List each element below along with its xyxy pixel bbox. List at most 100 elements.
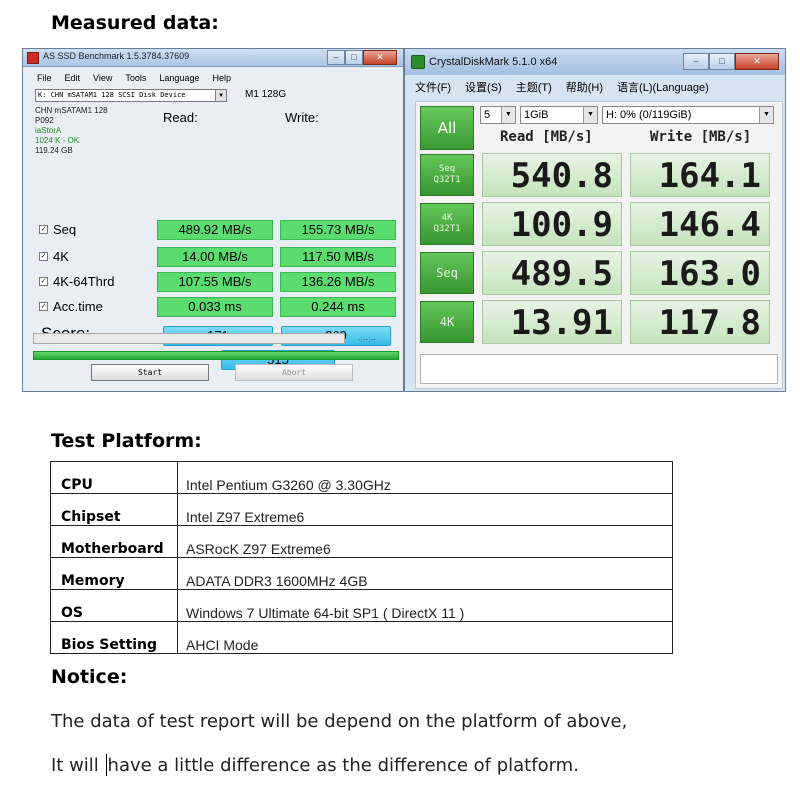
4k-q32t1-line2: Q32T1 — [433, 224, 461, 234]
cdm-close-button[interactable]: ✕ — [735, 53, 779, 70]
cdm-menu-theme[interactable]: 主题(T) — [516, 79, 552, 95]
table-row: Bios Setting AHCI Mode — [50, 621, 673, 654]
4k-write: 117.8 — [630, 300, 770, 344]
drive-select-value: K: CHN mSATAM1 128 SCSI Disk Device — [38, 91, 186, 99]
chevron-down-icon[interactable]: ▼ — [215, 90, 226, 101]
cdm-menu-language[interactable]: 语言(L)(Language) — [617, 79, 709, 95]
abort-button[interactable]: Abort — [235, 364, 353, 381]
4k-64thrd-write-value: 136.26 MB/s — [280, 272, 396, 292]
platform-key-bios: Bios Setting — [50, 621, 178, 654]
read-header: Read [MB/s] — [500, 129, 593, 145]
drive-select[interactable]: H: 0% (0/119GiB) ▼ — [602, 106, 774, 124]
platform-key-cpu: CPU — [50, 461, 178, 494]
platform-value-motherboard: ASRocK Z97 Extreme6 — [177, 525, 673, 558]
info-firmware: P092 — [35, 116, 54, 125]
checkbox-4k-64thrd[interactable]: ✓ — [39, 277, 48, 286]
as-ssd-results-panel: CHN mSATAM1 128 P092 iaStorA 1024 K - OK… — [35, 106, 421, 392]
start-button[interactable]: Start — [91, 364, 209, 381]
table-row: Motherboard ASRocK Z97 Extreme6 — [50, 525, 673, 558]
row-acc-time[interactable]: ✓ Acc.time — [35, 295, 155, 319]
notice-line-1: The data of test report will be depend o… — [51, 711, 628, 732]
drive-model: M1 128G — [245, 89, 287, 100]
cdm-menu-file[interactable]: 文件(F) — [415, 79, 451, 95]
progress-time: -:--:-- — [358, 335, 376, 344]
platform-value-bios: AHCI Mode — [177, 621, 673, 654]
cdm-title: CrystalDiskMark 5.1.0 x64 — [429, 56, 558, 68]
platform-table: CPU Intel Pentium G3260 @ 3.30GHz Chipse… — [50, 461, 673, 654]
cdm-minimize-button[interactable]: – — [683, 53, 709, 70]
chevron-down-icon[interactable]: ▼ — [501, 107, 515, 123]
seq-q32t1-button[interactable]: Seq Q32T1 — [420, 154, 474, 196]
as-ssd-app-icon — [27, 52, 39, 64]
seq-q32t1-write: 164.1 — [630, 153, 770, 197]
platform-key-os: OS — [50, 589, 178, 622]
minimize-button[interactable]: – — [327, 50, 345, 65]
all-button[interactable]: All — [420, 106, 474, 150]
cdm-titlebar[interactable]: CrystalDiskMark 5.1.0 x64 – □ ✕ — [405, 49, 785, 75]
read-column-header: Read: — [163, 110, 198, 125]
info-model: CHN mSATAM1 128 — [35, 106, 108, 115]
acc-time-write-value: 0.244 ms — [280, 297, 396, 317]
seq-read-value: 489.92 MB/s — [157, 220, 273, 240]
count-select[interactable]: 5 ▼ — [480, 106, 516, 124]
platform-key-chipset: Chipset — [50, 493, 178, 526]
cdm-menu-settings[interactable]: 设置(S) — [465, 79, 502, 95]
platform-key-motherboard: Motherboard — [50, 525, 178, 558]
row-4k[interactable]: ✓ 4K — [35, 245, 155, 269]
crystaldiskmark-window: CrystalDiskMark 5.1.0 x64 – □ ✕ 文件(F) 设置… — [404, 48, 786, 392]
comment-field[interactable] — [420, 354, 778, 384]
seq-q32t1-line1: Seq — [438, 164, 456, 174]
as-ssd-window: AS SSD Benchmark 1.5.3784.37609 – □ ✕ Fi… — [22, 48, 404, 392]
table-row: OS Windows 7 Ultimate 64-bit SP1 ( Direc… — [50, 589, 673, 622]
4k-read-value: 14.00 MB/s — [157, 247, 273, 267]
4k-button[interactable]: 4K — [420, 301, 474, 343]
menu-file[interactable]: File — [37, 73, 52, 83]
row-4k-64thrd[interactable]: ✓ 4K-64Thrd — [35, 270, 155, 294]
row-4k-64thrd-label: 4K-64Thrd — [53, 274, 115, 289]
table-row: CPU Intel Pentium G3260 @ 3.30GHz — [50, 461, 673, 494]
chevron-down-icon[interactable]: ▼ — [583, 107, 597, 123]
row-4k-label: 4K — [53, 249, 69, 264]
menu-tools[interactable]: Tools — [125, 73, 146, 83]
as-ssd-title: AS SSD Benchmark 1.5.3784.37609 — [43, 51, 190, 61]
seq-write-value: 155.73 MB/s — [280, 220, 396, 240]
progress-bar-total — [33, 351, 399, 360]
test-platform-heading: Test Platform: — [51, 430, 202, 452]
menu-edit[interactable]: Edit — [65, 73, 81, 83]
checkbox-4k[interactable]: ✓ — [39, 252, 48, 261]
checkbox-acc-time[interactable]: ✓ — [39, 302, 48, 311]
menu-help[interactable]: Help — [212, 73, 231, 83]
as-ssd-titlebar[interactable]: AS SSD Benchmark 1.5.3784.37609 – □ ✕ — [23, 49, 403, 67]
cdm-body: All 5 ▼ 1GiB ▼ H: 0% (0/119GiB) ▼ Read [… — [415, 101, 783, 389]
menu-view[interactable]: View — [93, 73, 112, 83]
cdm-maximize-button[interactable]: □ — [709, 53, 735, 70]
4k-write-value: 117.50 MB/s — [280, 247, 396, 267]
menu-language[interactable]: Language — [159, 73, 199, 83]
maximize-button[interactable]: □ — [345, 50, 363, 65]
platform-key-memory: Memory — [50, 557, 178, 590]
4k-q32t1-write: 146.4 — [630, 202, 770, 246]
4k-q32t1-button[interactable]: 4K Q32T1 — [420, 203, 474, 245]
platform-value-os: Windows 7 Ultimate 64-bit SP1 ( DirectX … — [177, 589, 673, 622]
seq-button[interactable]: Seq — [420, 252, 474, 294]
drive-select[interactable]: K: CHN mSATAM1 128 SCSI Disk Device ▼ — [35, 89, 227, 102]
notice-line-2: It will have a little difference as the … — [51, 754, 579, 776]
size-select[interactable]: 1GiB ▼ — [520, 106, 598, 124]
table-row: Memory ADATA DDR3 1600MHz 4GB — [50, 557, 673, 590]
drive-info: CHN mSATAM1 128 P092 iaStorA 1024 K - OK… — [35, 106, 155, 162]
cdm-drive-select-value: H: 0% (0/119GiB) — [606, 109, 692, 121]
notice-line-2-end: have a little difference as the differen… — [107, 755, 579, 776]
row-acc-time-label: Acc.time — [53, 299, 103, 314]
seq-q32t1-line2: Q32T1 — [433, 175, 461, 185]
seq-q32t1-read: 540.8 — [482, 153, 622, 197]
4k-q32t1-read: 100.9 — [482, 202, 622, 246]
row-seq[interactable]: ✓ Seq — [35, 218, 155, 242]
close-button[interactable]: ✕ — [363, 50, 397, 65]
write-column-header: Write: — [285, 110, 319, 125]
checkbox-seq[interactable]: ✓ — [39, 225, 48, 234]
chevron-down-icon[interactable]: ▼ — [759, 107, 773, 123]
cdm-menu-help[interactable]: 帮助(H) — [566, 79, 603, 95]
size-select-value: 1GiB — [524, 109, 549, 121]
info-capacity: 119.24 GB — [35, 146, 73, 155]
4k-line1: 4K — [439, 314, 455, 329]
